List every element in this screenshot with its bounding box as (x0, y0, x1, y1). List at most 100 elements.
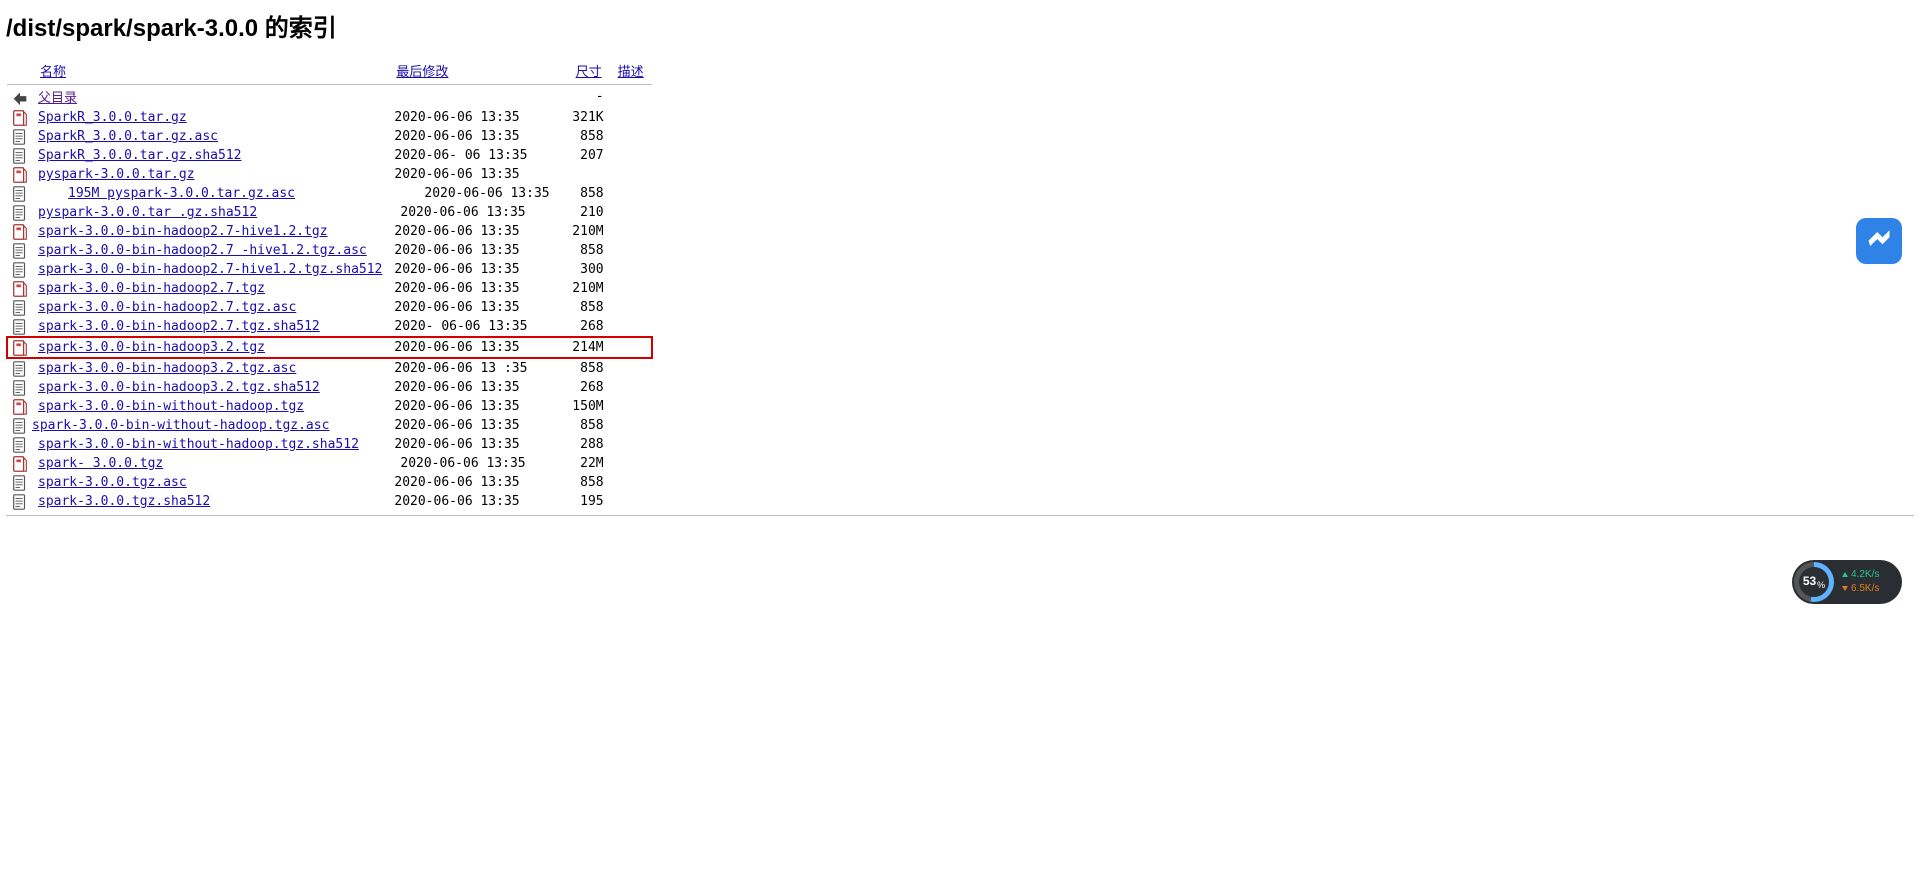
cell-date: 2020-06-06 13:35 (388, 473, 555, 492)
cell-size: 210 (556, 203, 610, 222)
file-link[interactable]: spark-3.0.0-bin-hadoop2.7.tgz (38, 281, 265, 296)
cell-size: 268 (556, 378, 610, 397)
table-row: spark-3.0.0-bin-hadoop2.7-hive1.2.tgz.sh… (7, 260, 652, 279)
cell-size: 858 (556, 298, 610, 317)
cell-size: 858 (556, 127, 610, 146)
table-row: pyspark-3.0.0.tar .gz.sha512 2020-06-06 1… (7, 203, 652, 222)
file-link[interactable]: spark-3.0.0.tgz.sha512 (38, 494, 210, 509)
file-link[interactable]: spark-3.0.0-bin-hadoop2.7.tgz.asc (38, 300, 296, 315)
cell-date: 2020-06-06 13:35 (388, 397, 555, 416)
table-row: SparkR_3.0.0.tar.gz 2020-06-06 13:35321K (7, 108, 652, 127)
cell-size: 858 (556, 416, 610, 435)
table-row: spark-3.0.0-bin-hadoop2.7.tgz.sha512 2020… (7, 317, 652, 337)
cell-date: 2020-06-06 13:35 (388, 279, 555, 298)
text-icon (11, 185, 29, 203)
cell-date: 2020-06-06 13:35 (388, 241, 555, 260)
table-row: spark- 3.0.0.tgz 2020-06-06 13:3522M (7, 454, 652, 473)
cell-size: 288 (556, 435, 610, 454)
text-icon (11, 204, 29, 222)
bird-icon (1865, 225, 1893, 258)
cell-date: 2020-06-06 13:35 (388, 108, 555, 127)
back-icon (11, 88, 29, 106)
archive-icon (11, 109, 29, 127)
file-link[interactable]: pyspark-3.0.0.tar.gz (38, 167, 195, 182)
file-link[interactable]: SparkR_3.0.0.tar.gz (38, 110, 187, 125)
archive-icon (11, 398, 29, 416)
file-link[interactable]: 195M pyspark-3.0.0.tar.gz.asc (68, 186, 295, 201)
archive-icon (11, 455, 29, 473)
cpu-ring: 53% (1794, 562, 1834, 602)
file-link[interactable]: spark-3.0.0-bin-hadoop2.7.tgz.sha512 (38, 319, 320, 334)
cell-size: 268 (556, 317, 610, 337)
table-row: SparkR_3.0.0.tar.gz.asc2020-06-06 13:358… (7, 127, 652, 146)
text-icon (11, 474, 29, 492)
cell-size: 214M (556, 337, 610, 358)
file-link[interactable]: spark-3.0.0-bin-hadoop2.7 -hive1.2.tgz.a… (38, 243, 367, 258)
file-link[interactable]: pyspark-3.0.0.tar .gz.sha512 (38, 205, 257, 220)
table-row: SparkR_3.0.0.tar.gz.sha5122020-06- 06 13… (7, 146, 652, 165)
cell-date: 2020- 06-06 13:35 (388, 317, 555, 337)
directory-listing-table: 名称 最后修改 尺寸 描述 父目录 - SparkR_3.0.0.tar.gz 2… (6, 57, 653, 511)
file-link[interactable]: spark-3.0.0-bin-hadoop3.2.tgz.asc (38, 361, 296, 376)
archive-icon (11, 339, 29, 357)
file-link[interactable]: spark-3.0.0-bin-hadoop2.7-hive1.2.tgz.sh… (38, 262, 382, 277)
cell-size: 858 (556, 241, 610, 260)
file-link[interactable]: spark- 3.0.0.tgz (38, 456, 163, 471)
accelerator-button[interactable] (1856, 218, 1902, 264)
cell-date: 2020-06-06 13:35 (388, 260, 555, 279)
page-title: /dist/spark/spark-3.0.0 的索引 (6, 8, 1914, 43)
table-row: spark-3.0.0-bin-hadoop2.7-hive1.2.tgz202… (7, 222, 652, 241)
file-link[interactable]: SparkR_3.0.0.tar.gz.sha512 (38, 148, 242, 163)
text-icon (11, 128, 29, 146)
cell-size: 858 (556, 184, 610, 203)
file-link[interactable]: spark-3.0.0.tgz.asc (38, 475, 187, 490)
table-row: spark-3.0.0-bin-hadoop2.7 -hive1.2.tgz.a… (7, 241, 652, 260)
file-link[interactable]: SparkR_3.0.0.tar.gz.asc (38, 129, 218, 144)
text-icon (11, 493, 29, 511)
cell-date: 2020-06-06 13:35 (388, 203, 555, 222)
file-link[interactable]: spark-3.0.0-bin-without-hadoop.tgz (38, 399, 304, 414)
file-link[interactable]: spark-3.0.0-bin-without-hadoop.tgz.sha51… (38, 437, 359, 452)
text-icon (11, 242, 29, 260)
upload-speed: 4.2K/s (1842, 570, 1879, 580)
cell-size: 195 (556, 492, 610, 511)
file-link[interactable]: spark-3.0.0-bin-without-hadoop.tgz.asc (32, 418, 329, 433)
cell-date: 2020-06-06 13:35 (388, 435, 555, 454)
file-link[interactable]: spark-3.0.0-bin-hadoop3.2.tgz.sha512 (38, 380, 320, 395)
cell-date: 2020-06-06 13:35 (388, 165, 555, 184)
text-icon (11, 299, 29, 317)
cell-size (556, 165, 610, 184)
table-row: spark-3.0.0-bin-without-hadoop.tgz 2020-0… (7, 397, 652, 416)
cell-size: 321K (556, 108, 610, 127)
file-link[interactable]: spark-3.0.0-bin-hadoop2.7-hive1.2.tgz (38, 224, 328, 239)
archive-icon (11, 166, 29, 184)
cell-size: - (556, 85, 610, 108)
col-desc[interactable]: 描述 (618, 64, 644, 79)
table-row: spark-3.0.0-bin-hadoop3.2.tgz.asc 2020-06… (7, 358, 652, 378)
table-row: spark-3.0.0-bin-without-hadoop.tgz.asc 20… (7, 416, 652, 435)
cell-size: 207 (556, 146, 610, 165)
cell-size: 150M (556, 397, 610, 416)
col-modified[interactable]: 最后修改 (396, 64, 448, 79)
cell-date: 2020-06-06 13:35 (388, 454, 555, 473)
table-row: spark-3.0.0-bin-without-hadoop.tgz.sha51… (7, 435, 652, 454)
table-row: spark-3.0.0-bin-hadoop3.2.tgz.sha512 2020… (7, 378, 652, 397)
text-icon (11, 261, 29, 279)
col-size[interactable]: 尺寸 (576, 64, 602, 79)
file-link[interactable]: spark-3.0.0-bin-hadoop3.2.tgz (38, 340, 265, 355)
text-icon (11, 436, 29, 454)
table-row: spark-3.0.0.tgz.sha5122020-06-06 13:3519… (7, 492, 652, 511)
cell-date: 2020-06-06 13:35 (388, 416, 555, 435)
cell-date: 2020-06-06 13 :35 (388, 358, 555, 378)
cell-date: 2020-06-06 13:35 (388, 378, 555, 397)
link-parent-dir[interactable]: 父目录 (38, 91, 77, 106)
table-row: spark-3.0.0-bin-hadoop2.7.tgz 2020-06-06 … (7, 279, 652, 298)
network-monitor-widget[interactable]: 53% 4.2K/s 6.5K/s (1792, 560, 1902, 604)
archive-icon (11, 280, 29, 298)
text-icon (11, 147, 29, 165)
cell-size: 210M (556, 279, 610, 298)
cell-size: 858 (556, 473, 610, 492)
cell-size: 22M (556, 454, 610, 473)
table-row: spark-3.0.0.tgz.asc 2020-06-06 13:35858 (7, 473, 652, 492)
col-name[interactable]: 名称 (40, 64, 66, 79)
